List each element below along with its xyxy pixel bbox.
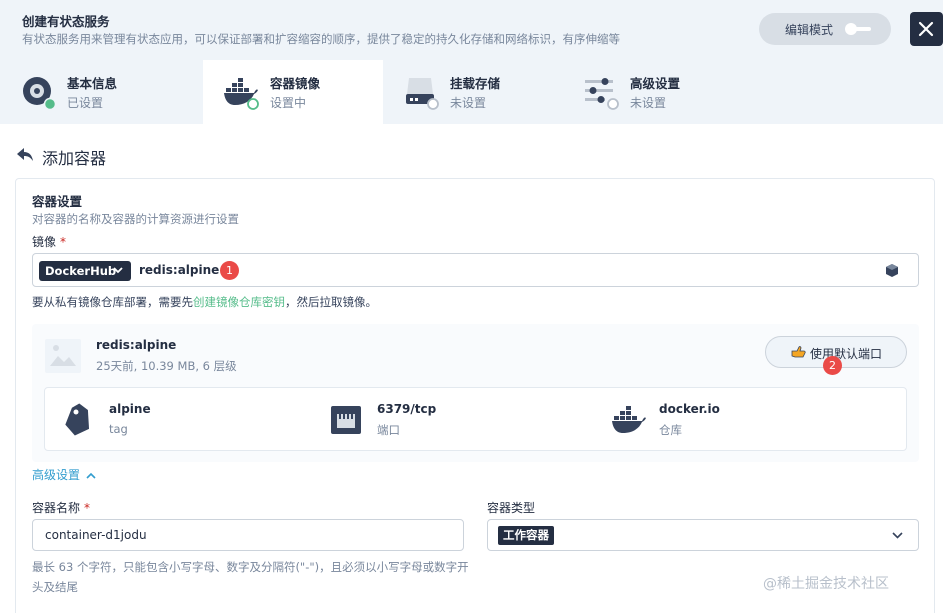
detail-label: 端口 — [377, 423, 400, 437]
section-title: 容器设置 — [32, 194, 83, 209]
create-secret-link[interactable]: 创建镜像仓库密钥 — [193, 295, 285, 309]
container-name-label: 容器名称 * — [32, 501, 91, 515]
advanced-settings-toggle[interactable]: 高级设置 — [32, 466, 96, 483]
registry-label: DockerHub — [45, 264, 117, 278]
storage-icon — [406, 78, 439, 110]
step-status: 已设置 — [67, 96, 104, 110]
toggle-switch-icon — [845, 22, 871, 36]
watermark: @稀土掘金技术社区 — [763, 576, 889, 592]
modal-title: 创建有状态服务 — [22, 14, 110, 29]
edit-mode-label: 编辑模式 — [785, 23, 834, 37]
container-name-value: container-d1jodu — [45, 528, 147, 542]
registry-select[interactable]: DockerHub — [39, 261, 131, 281]
step-status: 未设置 — [450, 96, 487, 110]
back-label: 添加容器 — [42, 149, 107, 168]
docker-icon — [224, 78, 259, 110]
step-title: 挂载存储 — [450, 76, 501, 91]
container-type-select[interactable]: 工作容器 — [487, 519, 919, 551]
annotation-badge: 2 — [823, 356, 842, 375]
step-container-image[interactable]: 容器镜像 设置中 — [203, 60, 383, 124]
modal-description: 有状态服务用来管理有状态应用，可以保证部署和扩容缩容的顺序，提供了稳定的持久化存… — [22, 32, 620, 46]
image-info-panel: redis:alpine 25天前, 10.39 MB, 6 层级 使用默认端口… — [32, 324, 919, 462]
annotation-badge: 1 — [220, 261, 239, 280]
image-name: redis:alpine — [96, 338, 177, 352]
cube-icon[interactable] — [886, 264, 898, 277]
image-search-input[interactable]: DockerHub redis:alpine 1 — [32, 253, 919, 287]
step-status: 未设置 — [630, 96, 667, 110]
container-settings-card: 容器设置 对容器的名称及容器的计算资源进行设置 镜像 * DockerHub re… — [15, 178, 935, 613]
detail-label: 仓库 — [659, 423, 682, 437]
image-details: alpine tag 6379/tcp 端口 docker.io 仓库 — [44, 387, 907, 451]
chevron-down-icon — [892, 532, 903, 539]
port-icon — [331, 406, 361, 434]
private-registry-hint: 要从私有镜像仓库部署，需要先创建镜像仓库密钥，然后拉取镜像。 — [32, 295, 377, 309]
hand-point-icon — [791, 346, 806, 358]
container-type-value: 工作容器 — [498, 526, 554, 545]
step-advanced-settings[interactable]: 高级设置 未设置 — [563, 60, 743, 124]
container-name-input[interactable]: container-d1jodu — [32, 519, 464, 551]
step-title: 基本信息 — [67, 76, 118, 91]
back-arrow-icon — [17, 148, 33, 161]
close-button[interactable] — [910, 12, 943, 46]
step-status: 设置中 — [270, 96, 307, 110]
step-title: 高级设置 — [630, 76, 681, 91]
image-port-detail: 6379/tcp 端口 — [329, 400, 589, 440]
edit-mode-toggle[interactable]: 编辑模式 — [759, 13, 891, 45]
detail-value: 6379/tcp — [377, 402, 437, 416]
chevron-up-icon — [86, 472, 96, 479]
image-meta: 25天前, 10.39 MB, 6 层级 — [96, 359, 237, 373]
step-mount-storage[interactable]: 挂载存储 未设置 — [383, 60, 563, 124]
chevron-down-icon — [113, 267, 123, 274]
docker-icon — [612, 406, 646, 433]
info-icon — [23, 77, 56, 110]
section-description: 对容器的名称及容器的计算资源进行设置 — [32, 212, 239, 226]
image-placeholder-icon — [45, 339, 81, 373]
step-tabs: 基本信息 已设置 容器镜像 设置中 挂载存储 未设置 高级设置 未设置 — [0, 60, 943, 124]
image-repo-detail: docker.io 仓库 — [611, 400, 871, 440]
step-basic-info[interactable]: 基本信息 已设置 — [0, 60, 180, 124]
container-type-label: 容器类型 — [487, 501, 536, 515]
modal-header: 创建有状态服务 有状态服务用来管理有状态应用，可以保证部署和扩容缩容的顺序，提供… — [0, 0, 943, 60]
detail-value: docker.io — [659, 402, 720, 416]
settings-icon — [585, 78, 619, 110]
detail-label: tag — [109, 422, 128, 436]
container-name-hint: 最长 63 个字符，只能包含小写字母、数字及分隔符("-")，且必须以小写字母或… — [32, 560, 469, 594]
step-title: 容器镜像 — [270, 76, 321, 91]
image-label: 镜像 * — [32, 235, 67, 249]
detail-value: alpine — [109, 402, 151, 416]
close-icon — [918, 21, 934, 37]
image-value: redis:alpine — [139, 263, 220, 277]
use-default-ports-button[interactable]: 使用默认端口 2 — [765, 336, 907, 375]
tag-icon — [65, 403, 90, 436]
image-tag-detail: alpine tag — [61, 400, 321, 440]
use-default-ports-label: 使用默认端口 — [810, 347, 883, 361]
